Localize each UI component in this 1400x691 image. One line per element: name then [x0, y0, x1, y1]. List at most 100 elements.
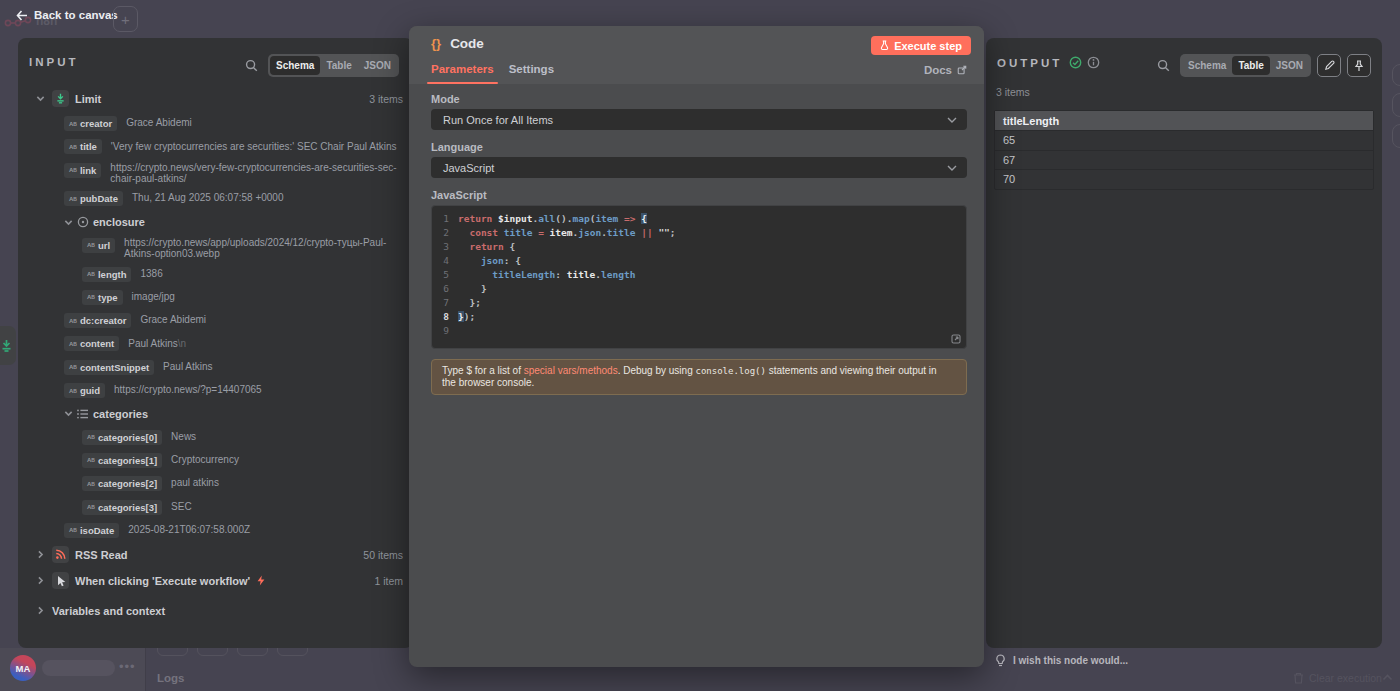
input-title: INPUT — [29, 56, 79, 68]
input-panel: INPUT SchemaTableJSON Limit3 items ABcrea… — [18, 38, 413, 648]
schema-key-categories[interactable]: categories — [36, 406, 403, 421]
schema-key-pill[interactable]: ABcategories[2] — [82, 476, 162, 491]
tab-parameters[interactable]: Parameters — [431, 63, 494, 84]
edit-output-button[interactable] — [1317, 54, 1341, 77]
schema-key-categories[3][interactable]: ABcategories[3]SEC — [36, 500, 403, 515]
string-type-icon: AB — [69, 167, 77, 173]
code-line-1[interactable]: 1return $input.all().map(item => { — [432, 212, 966, 226]
docs-link[interactable]: Docs — [924, 64, 967, 76]
code-line-7[interactable]: 7 }; — [432, 296, 966, 310]
output-tab-schema[interactable]: Schema — [1182, 56, 1232, 75]
tab-settings[interactable]: Settings — [509, 63, 554, 84]
schema-key-pill[interactable]: ABurl — [82, 238, 115, 253]
canvas-ghost-panel-2 — [1392, 93, 1400, 117]
list-type-icon — [77, 409, 93, 419]
schema-key-pill[interactable]: ABlength — [82, 267, 131, 282]
code-line-8[interactable]: 8}); — [432, 310, 966, 324]
schema-key-url[interactable]: ABurlhttps://crypto.news/app/uploads/202… — [36, 238, 403, 260]
code-editor[interactable]: 1return $input.all().map(item => {2 cons… — [431, 205, 967, 349]
string-type-icon: AB — [69, 341, 77, 347]
schema-key-pill[interactable]: ABlink — [64, 163, 101, 178]
collapse-chevron-icon[interactable] — [1382, 674, 1393, 681]
code-line-6[interactable]: 6 } — [432, 282, 966, 296]
schema-key-pill[interactable]: ABcontent — [64, 336, 119, 351]
chevron-right-icon[interactable] — [36, 576, 52, 585]
schema-key-enclosure[interactable]: enclosure — [36, 215, 403, 230]
schema-key-pill[interactable]: ABcreator — [64, 116, 117, 131]
avatar[interactable]: MA — [10, 655, 36, 681]
chevron-down-icon[interactable] — [64, 409, 77, 418]
schema-key-title[interactable]: ABtitle'Very few cryptocurrencies are se… — [36, 139, 403, 154]
code-line-4[interactable]: 4 json: { — [432, 254, 966, 268]
schema-key-isoDate[interactable]: ABisoDate2025-08-21T06:07:58.000Z — [36, 523, 403, 538]
add-node-button[interactable]: + — [113, 6, 138, 32]
dialog-header: {} Code Execute step ParametersSettings … — [409, 26, 984, 84]
output-panel: OUTPUT SchemaTableJSON 3 items titleLeng… — [986, 38, 1382, 648]
input-search-icon[interactable] — [245, 59, 258, 72]
execute-step-button[interactable]: Execute step — [871, 36, 971, 55]
schema-key-pill[interactable]: ABcategories[3] — [82, 500, 162, 515]
clear-execution-button[interactable]: Clear execution — [1293, 672, 1382, 684]
expand-editor-icon[interactable] — [951, 334, 961, 344]
schema-key-pill[interactable]: ABcontentSnippet — [64, 360, 154, 375]
input-tab-table[interactable]: Table — [320, 56, 357, 75]
plus-icon: + — [121, 11, 130, 28]
input-tab-schema[interactable]: Schema — [270, 56, 320, 75]
schema-key-content[interactable]: ABcontentPaul Atkins\n — [36, 336, 403, 351]
back-to-canvas-button[interactable]: Back to canvas — [16, 9, 118, 21]
schema-key-categories[2][interactable]: ABcategories[2]paul atkins — [36, 476, 403, 491]
output-table-row[interactable]: 65 — [995, 130, 1373, 150]
user-menu-dots[interactable]: ••• — [119, 659, 136, 674]
schema-key-pubDate[interactable]: ABpubDateThu, 21 Aug 2025 06:07:58 +0000 — [36, 191, 403, 206]
output-tab-table[interactable]: Table — [1232, 56, 1269, 75]
canvas-node-limit[interactable] — [0, 326, 16, 365]
info-icon[interactable] — [1087, 56, 1100, 69]
logs-label[interactable]: Logs — [157, 672, 184, 684]
string-type-icon: AB — [69, 318, 77, 324]
output-title: OUTPUT — [997, 57, 1062, 69]
schema-node-rss-read[interactable]: RSS Read50 items — [36, 546, 403, 563]
output-search-icon[interactable] — [1157, 59, 1170, 72]
chevron-down-icon[interactable] — [36, 94, 52, 103]
schema-key-pill[interactable]: ABguid — [64, 383, 105, 398]
dialog-title: Code — [450, 36, 484, 51]
schema-key-type[interactable]: ABtypeimage/jpg — [36, 290, 403, 305]
code-line-2[interactable]: 2 const title = item.json.title || ""; — [432, 226, 966, 240]
output-tab-json[interactable]: JSON — [1270, 56, 1309, 75]
schema-key-pill[interactable]: ABpubDate — [64, 191, 123, 206]
schema-key-pill[interactable]: ABcategories[0] — [82, 430, 162, 445]
code-line-3[interactable]: 3 return { — [432, 240, 966, 254]
output-table-row[interactable]: 70 — [995, 169, 1373, 189]
code-editor-label: JavaScript — [431, 189, 967, 201]
schema-key-categories[1][interactable]: ABcategories[1]Cryptocurrency — [36, 453, 403, 468]
schema-key-pill[interactable]: ABdc:creator — [64, 313, 131, 328]
schema-key-creator[interactable]: ABcreatorGrace Abidemi — [36, 116, 403, 131]
schema-key-pill[interactable]: ABisoDate — [64, 523, 119, 538]
schema-key-dc:creator[interactable]: ABdc:creatorGrace Abidemi — [36, 313, 403, 328]
schema-key-contentSnippet[interactable]: ABcontentSnippetPaul Atkins — [36, 360, 403, 375]
schema-node-variables[interactable]: Variables and context — [36, 602, 403, 619]
schema-key-link[interactable]: ABlinkhttps://crypto.news/very-few-crypt… — [36, 163, 403, 185]
special-vars-link[interactable]: special vars/methods — [524, 365, 618, 376]
schema-key-categories[0][interactable]: ABcategories[0]News — [36, 430, 403, 445]
node-feedback-link[interactable]: I wish this node would... — [995, 654, 1128, 667]
code-line-5[interactable]: 5 titleLength: title.length — [432, 268, 966, 282]
schema-node-when-clicking-execute-workflow-[interactable]: When clicking 'Execute workflow'1 item — [36, 572, 403, 589]
output-table-row[interactable]: 67 — [995, 150, 1373, 170]
canvas-ghost-panel-1 — [1392, 64, 1400, 86]
chevron-right-icon[interactable] — [36, 606, 52, 615]
chevron-down-icon[interactable] — [64, 218, 77, 227]
code-line-9[interactable]: 9 — [432, 324, 966, 338]
mode-select[interactable]: Run Once for All Items — [431, 109, 967, 130]
language-select[interactable]: JavaScript — [431, 157, 967, 178]
code-hint-callout: Type $ for a list of special vars/method… — [431, 359, 967, 395]
pin-data-button[interactable] — [1347, 54, 1371, 77]
schema-node-limit[interactable]: Limit3 items — [36, 90, 403, 107]
schema-key-pill[interactable]: ABtitle — [64, 139, 102, 154]
input-tab-json[interactable]: JSON — [358, 56, 397, 75]
schema-key-pill[interactable]: ABtype — [82, 290, 123, 305]
schema-key-guid[interactable]: ABguidhttps://crypto.news/?p=14407065 — [36, 383, 403, 398]
schema-key-length[interactable]: ABlength1386 — [36, 267, 403, 282]
chevron-right-icon[interactable] — [36, 550, 52, 559]
schema-key-pill[interactable]: ABcategories[1] — [82, 453, 162, 468]
